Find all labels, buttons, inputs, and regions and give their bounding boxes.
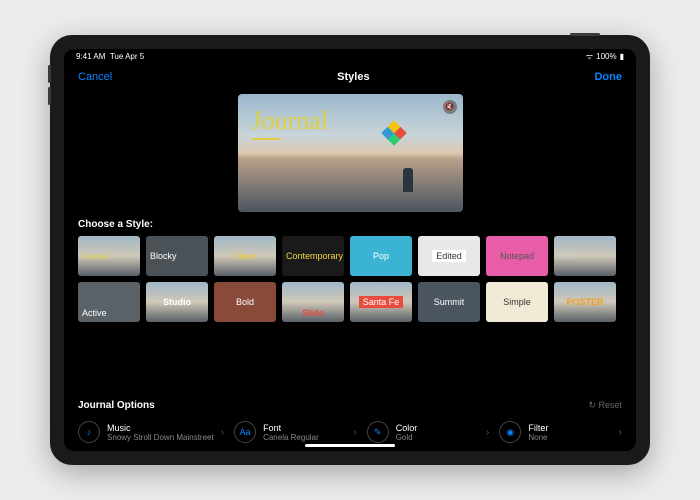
preview-title-text: Journal <box>252 106 329 136</box>
option-label: Font <box>263 423 346 433</box>
status-bar: 9:41 AM Tue Apr 5 ᯤ 100% ▮ <box>64 49 636 64</box>
chevron-right-icon: › <box>221 427 224 438</box>
option-icon: Aa <box>234 421 256 443</box>
option-text: ColorGold <box>396 423 479 442</box>
style-thumb[interactable]: Journal <box>78 236 140 276</box>
options-header: Journal Options ↻ Reset <box>78 400 622 411</box>
option-text: MusicSnowy Stroll Down Mainstreet <box>107 423 214 442</box>
styles-row-2: Active Studio Bold Slide Santa Fe Summit Simpl… <box>78 282 622 322</box>
power-button <box>570 33 600 36</box>
style-thumb[interactable]: Notepad <box>486 236 548 276</box>
option-label: Color <box>396 423 479 433</box>
option-item[interactable]: ✎ ColorGold › <box>367 417 490 447</box>
nav-bar: Cancel Styles Done <box>64 64 636 90</box>
style-thumb-label: Active <box>82 308 107 318</box>
battery-icon: ▮ <box>620 52 624 61</box>
style-thumb-label: Edited <box>432 250 466 262</box>
option-item[interactable]: Aa FontCanela Regular › <box>234 417 357 447</box>
style-thumb-label: Journal <box>82 251 109 261</box>
status-right: ᯤ 100% ▮ <box>586 51 624 62</box>
style-thumb-label: Santa Fe <box>359 296 404 308</box>
options-bar: Journal Options ↻ Reset ♪ MusicSnowy Stro… <box>64 394 636 451</box>
style-thumb-label: Studio <box>163 297 191 307</box>
kite-graphic <box>381 120 406 145</box>
option-item[interactable]: ◉ FilterNone › <box>499 417 622 447</box>
style-thumb[interactable]: Title <box>554 236 616 276</box>
style-thumb[interactable]: Blocky <box>146 236 208 276</box>
style-thumb[interactable]: Santa Fe <box>350 282 412 322</box>
style-thumb[interactable]: Edited <box>418 236 480 276</box>
options-title: Journal Options <box>78 400 155 411</box>
style-thumb-label: Summit <box>434 297 465 307</box>
option-icon: ♪ <box>78 421 100 443</box>
preview-area: Journal 🔇 <box>64 90 636 215</box>
status-time: 9:41 AM Tue Apr 5 <box>76 52 144 61</box>
option-value: Canela Regular <box>263 433 346 442</box>
chevron-right-icon: › <box>619 427 622 438</box>
style-thumb-label: POSTER <box>566 297 603 307</box>
style-thumb[interactable]: Cheer <box>214 236 276 276</box>
style-thumb-label: Notepad <box>500 251 534 261</box>
style-thumb-label: Simple <box>503 297 531 307</box>
done-button[interactable]: Done <box>594 71 622 83</box>
option-text: FilterNone <box>528 423 611 442</box>
battery-label: 100% <box>596 52 616 61</box>
style-thumb-label: Blocky <box>150 251 177 261</box>
style-thumb[interactable]: Active <box>78 282 140 322</box>
option-label: Filter <box>528 423 611 433</box>
style-thumb-label: Contemporary <box>286 251 343 261</box>
style-thumb-label: Pop <box>373 251 389 261</box>
style-thumb[interactable]: Slide <box>282 282 344 322</box>
page-title: Styles <box>337 71 369 83</box>
choose-style-label: Choose a Style: <box>64 215 636 236</box>
chevron-right-icon: › <box>353 427 356 438</box>
options-row: ♪ MusicSnowy Stroll Down Mainstreet › Aa Fon… <box>78 417 622 447</box>
style-thumb[interactable]: Studio <box>146 282 208 322</box>
home-indicator[interactable] <box>305 444 395 447</box>
volume-up-button <box>48 65 51 83</box>
style-thumb[interactable]: Pop <box>350 236 412 276</box>
option-text: FontCanela Regular <box>263 423 346 442</box>
style-thumb[interactable]: POSTER <box>554 282 616 322</box>
screen: 9:41 AM Tue Apr 5 ᯤ 100% ▮ Cancel Styles… <box>64 49 636 451</box>
chevron-right-icon: › <box>486 427 489 438</box>
option-value: Snowy Stroll Down Mainstreet <box>107 433 214 442</box>
wifi-icon: ᯤ <box>586 51 593 62</box>
style-thumb[interactable]: Summit <box>418 282 480 322</box>
preview-underline <box>252 138 280 140</box>
style-thumb-label: Title <box>558 251 575 261</box>
person-graphic <box>403 168 413 192</box>
cancel-button[interactable]: Cancel <box>78 71 112 83</box>
mute-icon[interactable]: 🔇 <box>443 100 457 114</box>
option-icon: ◉ <box>499 421 521 443</box>
option-item[interactable]: ♪ MusicSnowy Stroll Down Mainstreet › <box>78 417 224 447</box>
option-value: Gold <box>396 433 479 442</box>
volume-down-button <box>48 87 51 105</box>
reset-button[interactable]: ↻ Reset <box>588 400 622 411</box>
style-thumb-label: Cheer <box>234 251 256 261</box>
style-preview[interactable]: Journal 🔇 <box>238 94 463 212</box>
style-thumb-label: Bold <box>236 297 254 307</box>
option-value: None <box>528 433 611 442</box>
option-icon: ✎ <box>367 421 389 443</box>
styles-grid: Journal Blocky Cheer Contemporary Pop Edited N… <box>64 236 636 322</box>
styles-row-1: Journal Blocky Cheer Contemporary Pop Edited N… <box>78 236 622 276</box>
style-thumb-label: Slide <box>302 308 324 318</box>
style-thumb[interactable]: Bold <box>214 282 276 322</box>
ipad-device-frame: 9:41 AM Tue Apr 5 ᯤ 100% ▮ Cancel Styles… <box>50 35 650 465</box>
style-thumb[interactable]: Contemporary <box>282 236 344 276</box>
option-label: Music <box>107 423 214 433</box>
style-thumb[interactable]: Simple <box>486 282 548 322</box>
